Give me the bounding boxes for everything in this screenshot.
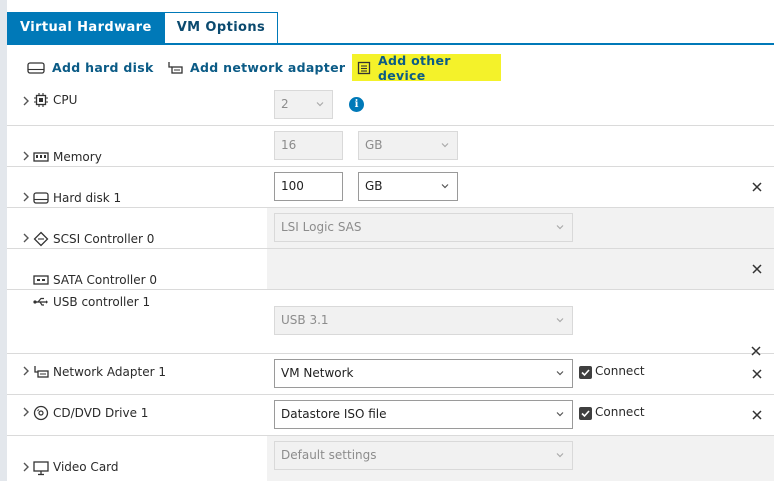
add-other-device-label: Add other device [378,52,451,83]
tab-bar: Virtual Hardware VM Options [7,12,279,44]
add-network-adapter-label: Add network adapter [190,60,346,75]
usb-controller-type-select[interactable]: USB 3.1 [274,306,573,335]
cpu-label: CPU [53,93,78,107]
chevron-down-icon [556,371,564,376]
chevron-down-icon [316,102,324,107]
sata-controller-0-row: SATA Controller 0 [7,249,774,290]
tab-underline [7,43,774,45]
chevron-down-icon [556,412,564,417]
hard-disk-size-value: 100 [281,179,304,193]
video-card-settings-value: Default settings [281,448,377,462]
remove-cd-dvd-drive-close-icon[interactable] [751,409,763,421]
tab-vm-options[interactable]: VM Options [164,12,279,44]
scsi-controller-type-value: LSI Logic SAS [281,220,362,234]
cd-dvd-connect-checkbox[interactable] [579,407,592,420]
hard-disk-unit-value: GB [365,179,383,193]
network-value: VM Network [281,366,354,380]
chevron-right-icon[interactable] [21,233,31,243]
scsi-controller-type-select[interactable]: LSI Logic SAS [274,213,573,242]
chevron-right-icon[interactable] [21,151,31,161]
network-connect-checkbox[interactable] [579,366,592,379]
sata-controller-icon [33,275,49,285]
info-icon[interactable]: i [349,97,364,112]
monitor-icon [33,461,49,476]
remove-hard-disk-1-close-icon[interactable] [751,181,763,193]
scsi-controller-0-row: SCSI Controller 0 LSI Logic SAS [7,208,774,249]
add-other-device-button[interactable]: Add other device [352,52,501,83]
chevron-right-icon[interactable] [21,462,31,472]
cd-dvd-drive-1-row: CD/DVD Drive 1 Datastore ISO file Connec… [7,395,774,436]
cpu-count-value: 2 [281,97,289,111]
sata-controller-0-label: SATA Controller 0 [53,273,158,287]
cpu-icon [34,93,48,107]
memory-icon [33,152,49,162]
hard-disk-size-input[interactable]: 100 [274,172,343,201]
cd-dvd-icon [33,405,49,421]
video-card-row: Video Card Default settings [7,436,774,481]
other-device-icon [357,61,371,75]
memory-label: Memory [53,150,102,164]
cd-dvd-drive-1-label: CD/DVD Drive 1 [53,406,149,420]
chevron-right-icon[interactable] [21,366,31,376]
cd-dvd-source-select[interactable]: Datastore ISO file [274,400,573,429]
checkmark-icon [581,369,590,377]
network-adapter-1-row: Network Adapter 1 VM Network Connect [7,354,774,395]
scsi-controller-icon [33,231,49,247]
cd-dvd-connect-label: Connect [595,405,645,419]
chevron-right-icon[interactable] [21,192,31,202]
hard-disk-1-row: Hard disk 1 100 GB [7,167,774,208]
memory-unit-value: GB [365,138,383,152]
hard-disk-icon [27,61,45,75]
chevron-down-icon [556,225,564,230]
video-card-label: Video Card [53,460,119,474]
tab-virtual-hardware[interactable]: Virtual Hardware [7,12,165,44]
cpu-count-select[interactable]: 2 [274,90,333,119]
left-edge [0,0,7,481]
add-network-adapter-button[interactable]: Add network adapter [162,54,350,81]
network-connect-label: Connect [595,364,645,378]
cpu-row: CPU 2 i [7,86,774,126]
chevron-down-icon [441,143,449,148]
memory-size-value: 16 [281,138,297,152]
chevron-down-icon [441,184,449,189]
remove-network-adapter-close-icon[interactable] [751,368,763,380]
network-adapter-icon [34,366,49,378]
chevron-down-icon [556,318,564,323]
checkmark-icon [581,410,590,418]
usb-controller-type-value: USB 3.1 [281,313,329,327]
network-adapter-1-label: Network Adapter 1 [53,365,166,379]
remove-sata-controller-close-icon[interactable] [751,263,763,275]
add-hard-disk-button[interactable]: Add hard disk [22,54,159,81]
network-select[interactable]: VM Network [274,359,573,388]
memory-row: Memory 16 GB [7,126,774,167]
video-card-settings-select[interactable]: Default settings [274,441,573,470]
scsi-controller-0-label: SCSI Controller 0 [53,232,155,246]
memory-unit-select[interactable]: GB [358,131,458,160]
memory-size-input[interactable]: 16 [274,131,343,160]
hard-disk-icon [33,192,49,204]
hard-disk-unit-select[interactable]: GB [358,172,458,201]
network-adapter-icon [167,61,183,75]
chevron-right-icon[interactable] [21,407,31,417]
toolbar: Add hard disk Add network adapter Add ot… [7,50,774,86]
cd-dvd-source-value: Datastore ISO file [281,407,387,421]
usb-controller-1-row: USB controller 1 USB 3.1 [7,290,774,356]
usb-icon [33,297,48,306]
add-hard-disk-label: Add hard disk [52,60,154,75]
usb-controller-1-label: USB controller 1 [53,295,151,309]
hard-disk-1-label: Hard disk 1 [53,191,122,205]
chevron-down-icon [556,453,564,458]
chevron-right-icon[interactable] [21,96,31,106]
